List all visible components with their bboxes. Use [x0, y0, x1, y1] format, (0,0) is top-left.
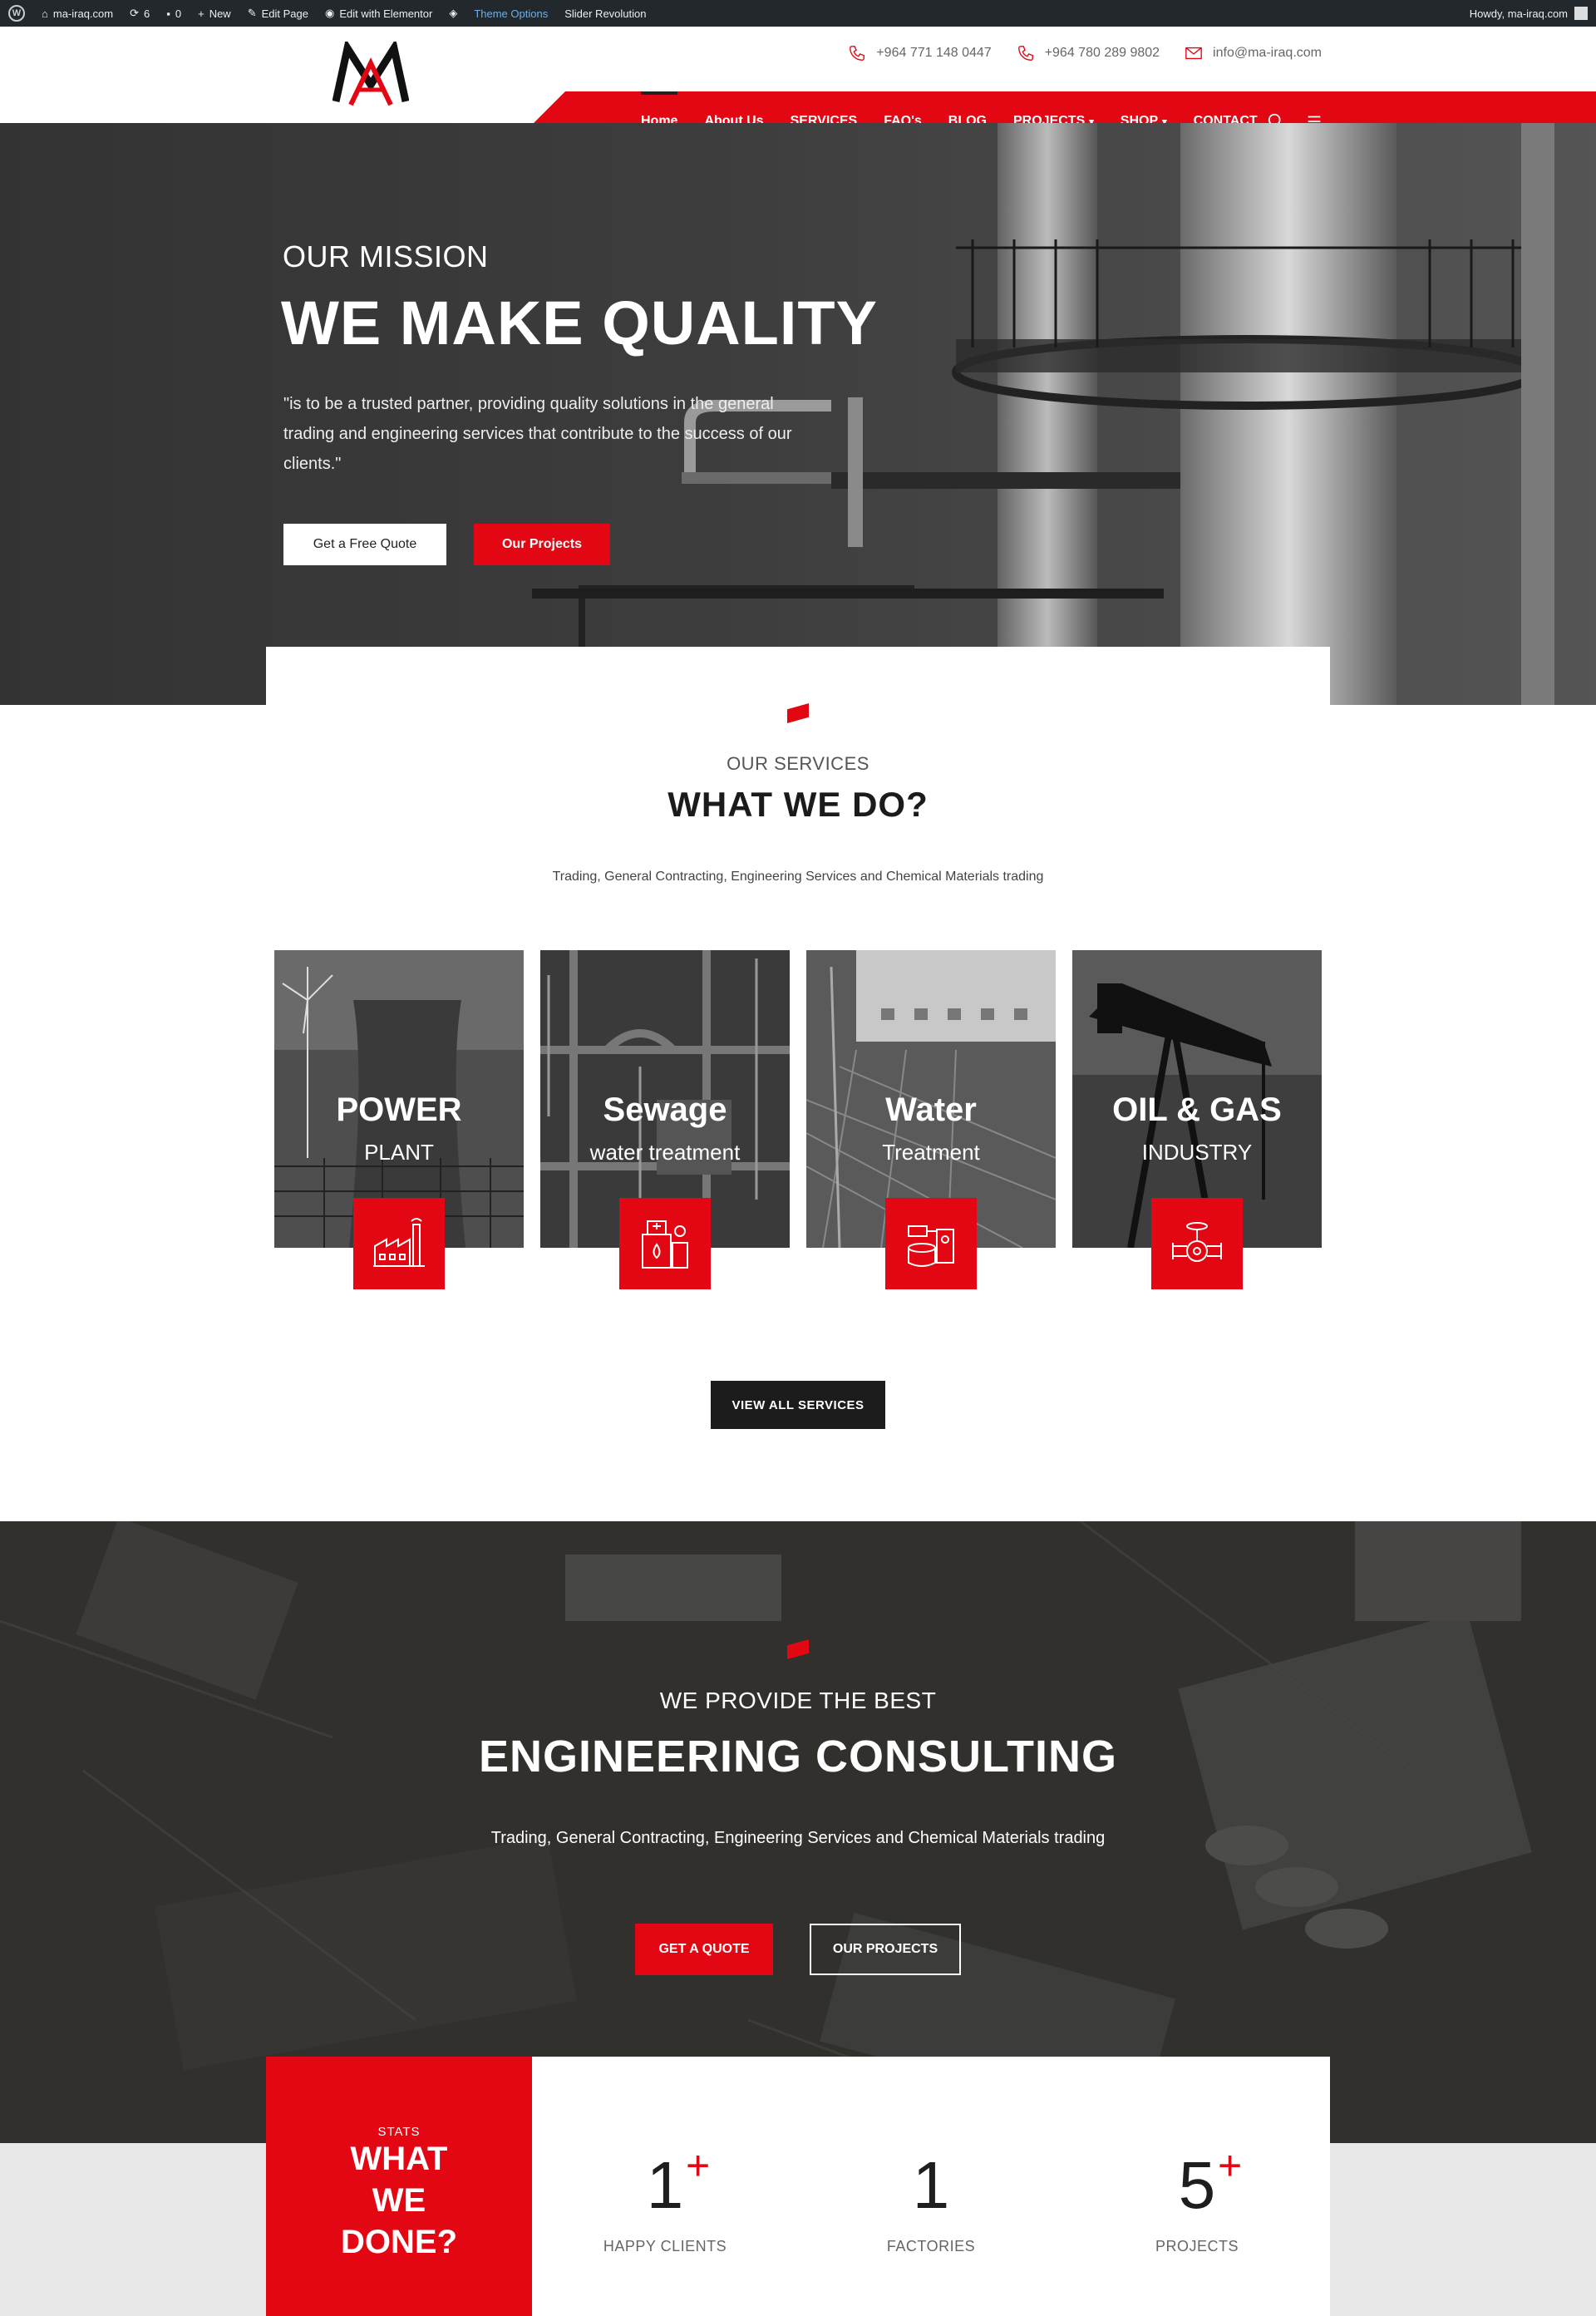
consulting-title: ENGINEERING CONSULTING: [478, 1732, 1118, 1781]
plus-icon: +: [686, 2142, 711, 2189]
consulting-subtitle: WE PROVIDE THE BEST: [659, 1688, 937, 1713]
pencil-icon: ✎: [247, 7, 257, 19]
phone-icon: [1017, 46, 1033, 61]
phone-link-2[interactable]: +964 780 289 9802: [1017, 42, 1160, 65]
hero-title: WE MAKE QUALITY: [281, 288, 878, 357]
envelope-icon: [1185, 47, 1202, 60]
edit-elementor-link[interactable]: ◉ Edit with Elementor: [317, 0, 441, 27]
water-treatment-icon: [619, 1198, 711, 1289]
hero-subtitle: OUR MISSION: [283, 239, 489, 273]
comment-icon: ▪: [166, 7, 170, 20]
stats-section: STATS WHAT WE DONE? 1 + HAPPY CLIENTS 1 F…: [266, 2057, 1330, 2316]
phone-link-1[interactable]: +964 771 148 0447: [848, 42, 992, 65]
diamond-icon: ◈: [449, 7, 458, 19]
hero-quote: "is to be a trusted partner, providing q…: [283, 395, 792, 473]
edit-page-link[interactable]: ✎ Edit Page: [239, 0, 317, 27]
refresh-icon: ⟳: [130, 7, 140, 19]
elementor-icon: ◉: [324, 7, 335, 19]
valve-icon: [1151, 1198, 1243, 1289]
content-card-top: [266, 647, 1330, 705]
get-a-quote-button[interactable]: GET A QUOTE: [635, 1924, 773, 1975]
view-all-services-button[interactable]: VIEW ALL SERVICES: [711, 1381, 885, 1429]
stats-label: STATS: [377, 2125, 421, 2139]
section-marker-icon: [787, 703, 809, 723]
consulting-description: Trading, General Contracting, Engineerin…: [490, 1829, 1106, 1847]
admin-bar: W ⌂ ma-iraq.com ⟳ 6 ▪ 0 + New ✎ Edit Page ◉ Ed…: [0, 0, 1596, 27]
stat-projects: 5 + PROJECTS: [1155, 2142, 1243, 2254]
hero-section: OUR MISSION WE MAKE QUALITY "is to be a …: [0, 123, 1596, 705]
our-projects-outline-button[interactable]: OUR PROJECTS: [810, 1924, 961, 1975]
site-name-link[interactable]: ⌂ ma-iraq.com: [33, 0, 121, 27]
phone-icon: [850, 46, 865, 61]
plus-icon: +: [198, 7, 204, 20]
page: { "admin_bar": { "site": "ma-iraq.com", …: [0, 0, 1596, 2316]
diamond-menu[interactable]: ◈: [441, 0, 466, 27]
slider-revolution-link[interactable]: Slider Revolution: [556, 0, 654, 27]
stats-heading-block: STATS WHAT WE DONE?: [266, 2057, 532, 2316]
wordpress-icon: W: [8, 5, 25, 22]
stat-factories: 1 FACTORIES: [886, 2148, 976, 2254]
free-quote-button[interactable]: Get a Free Quote: [283, 524, 446, 565]
my-account-menu[interactable]: Howdy, ma-iraq.com: [1470, 0, 1588, 27]
wordpress-menu[interactable]: W: [0, 0, 33, 27]
consulting-section: WE PROVIDE THE BEST ENGINEERING CONSULTI…: [0, 1521, 1596, 2143]
theme-options-link[interactable]: Theme Options: [466, 0, 556, 27]
our-projects-button[interactable]: Our Projects: [474, 524, 610, 565]
plus-icon: +: [1218, 2142, 1243, 2189]
email-link[interactable]: info@ma-iraq.com: [1185, 42, 1322, 65]
comments-link[interactable]: ▪ 0: [158, 0, 190, 27]
stats-heading: WHAT WE DONE?: [341, 2141, 457, 2260]
stat-happy-clients: 1 + HAPPY CLIENTS: [603, 2142, 727, 2254]
services-subtitle: OUR SERVICES: [727, 753, 869, 774]
new-content-link[interactable]: + New: [190, 0, 239, 27]
logo-mark: [332, 38, 410, 106]
avatar: [1574, 7, 1588, 20]
factory-icon: [353, 1198, 445, 1289]
services-title: WHAT WE DO?: [667, 785, 929, 824]
updates-link[interactable]: ⟳ 6: [121, 0, 158, 27]
services-description: Trading, General Contracting, Engineerin…: [552, 870, 1044, 884]
site-logo[interactable]: [332, 38, 410, 108]
tank-icon: [885, 1198, 977, 1289]
home-icon: ⌂: [42, 7, 48, 20]
header-contacts: +964 771 148 0447 +964 780 289 9802 info…: [848, 42, 1322, 65]
